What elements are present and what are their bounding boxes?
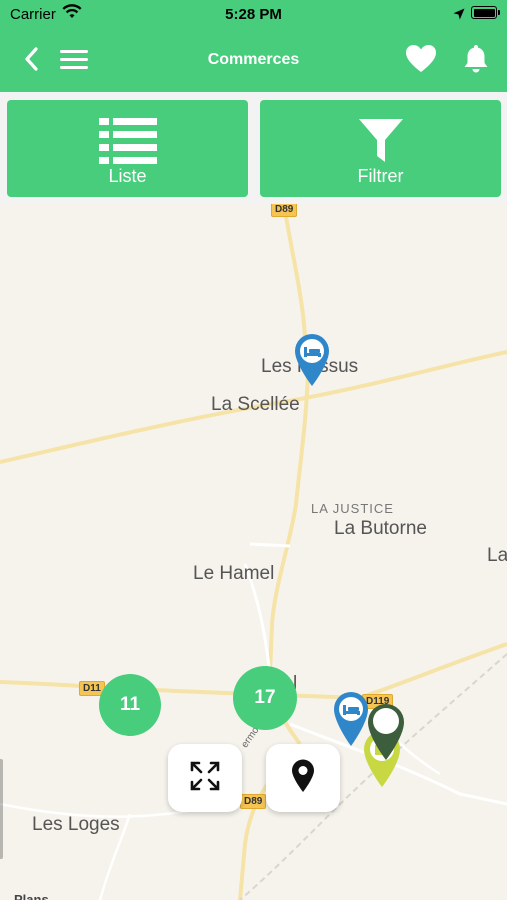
- status-bar: Carrier 5:28 PM: [0, 0, 507, 28]
- place-la-justice: LA JUSTICE: [311, 501, 394, 516]
- place-le-hamel: Le Hamel: [193, 563, 275, 584]
- cluster-marker-center[interactable]: 17: [233, 666, 297, 730]
- place-les-loges: Les Loges: [32, 814, 120, 835]
- bell-icon[interactable]: [463, 43, 489, 80]
- filter-label: Filtrer: [357, 166, 404, 186]
- map-view[interactable]: D89 D11 D89 D119 ermoz Les Fossus La Sce…: [0, 204, 507, 900]
- map-brand: Plans: [14, 892, 49, 900]
- road-shield-d89-bottom: D89: [240, 794, 267, 809]
- list-icon: [98, 118, 157, 169]
- expand-map-button[interactable]: [168, 744, 242, 812]
- hotel-pin-icon[interactable]: [293, 332, 331, 393]
- place-la-scellee: La Scellée: [211, 394, 300, 415]
- list-label: Liste: [108, 166, 147, 186]
- clock: 5:28 PM: [225, 6, 282, 23]
- location-arrow-icon: [453, 7, 465, 25]
- location-pin-icon: [291, 759, 315, 798]
- funnel-icon: [358, 118, 404, 169]
- action-bar: Liste Filtrer: [0, 92, 507, 204]
- heart-icon[interactable]: [405, 44, 437, 79]
- place-la-butorne: La Butorne: [334, 518, 427, 539]
- navigation-bar: Commerces: [0, 28, 507, 92]
- filter-button[interactable]: Filtrer: [260, 100, 501, 197]
- expand-icon: [190, 761, 220, 796]
- battery-icon: [471, 6, 500, 19]
- road-shield-d89-top: D89: [271, 204, 298, 217]
- cluster-marker-left[interactable]: 11: [99, 674, 161, 736]
- selected-pin-icon[interactable]: [366, 702, 406, 767]
- place-la-edge: La: [487, 545, 507, 566]
- drawer-handle[interactable]: [0, 759, 3, 859]
- locate-me-button[interactable]: [266, 744, 340, 812]
- list-view-button[interactable]: Liste: [7, 100, 248, 197]
